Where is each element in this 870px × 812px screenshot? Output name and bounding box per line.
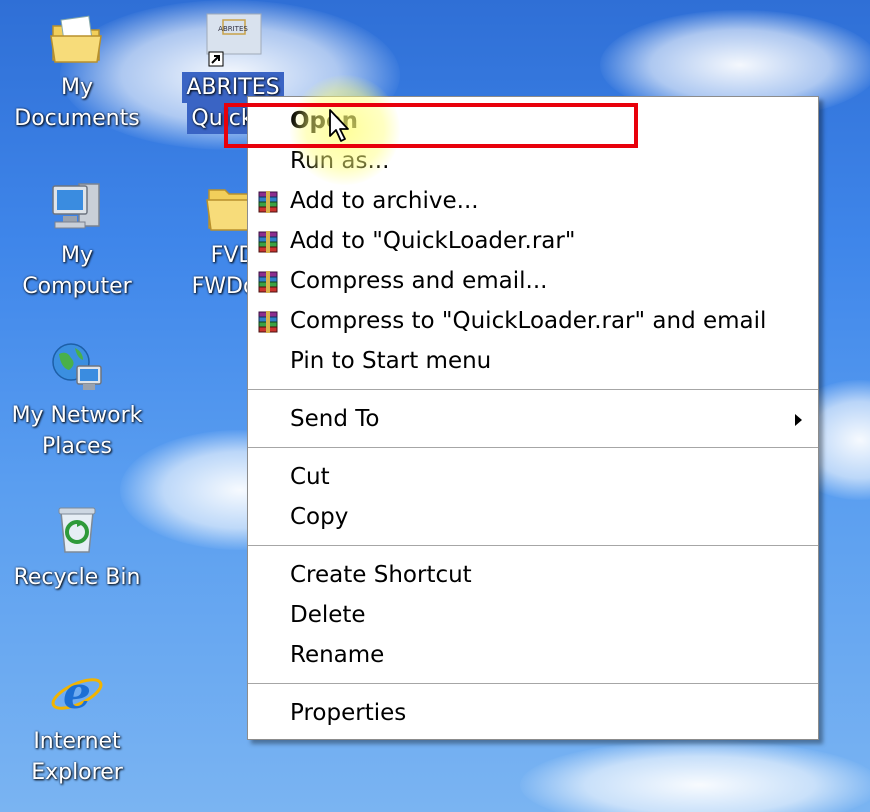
menu-item-rename[interactable]: Rename xyxy=(248,635,818,675)
my-documents-icon xyxy=(50,15,102,63)
menu-item-label: Pin to Start menu xyxy=(290,348,492,374)
menu-item-properties[interactable]: Properties xyxy=(248,693,818,733)
abrites-logo-text: ABRITES xyxy=(218,25,248,33)
menu-item-cut[interactable]: Cut xyxy=(248,457,818,497)
desktop-icon-recycle-bin[interactable]: Recycle Bin xyxy=(2,500,152,593)
menu-item-label: Send To xyxy=(290,406,380,432)
icon-label: Computer xyxy=(22,274,132,299)
icon-label: Recycle Bin xyxy=(13,565,141,590)
network-globe-icon xyxy=(52,343,102,390)
icon-label: My xyxy=(60,243,93,268)
icon-label: Explorer xyxy=(31,760,123,785)
icon-label: Internet xyxy=(33,729,121,754)
menu-item-delete[interactable]: Delete xyxy=(248,595,818,635)
icon-label: My xyxy=(60,75,93,100)
menu-item-compress-to-rar-and-email[interactable]: Compress to "QuickLoader.rar" and email xyxy=(248,301,818,341)
menu-separator xyxy=(248,683,818,685)
menu-separator xyxy=(248,545,818,547)
menu-separator xyxy=(248,447,818,449)
menu-item-add-to-archive[interactable]: Add to archive... xyxy=(248,181,818,221)
menu-item-compress-and-email[interactable]: Compress and email... xyxy=(248,261,818,301)
desktop-icon-my-computer[interactable]: My Computer xyxy=(2,178,152,302)
menu-item-label: Run as... xyxy=(290,148,390,174)
menu-separator xyxy=(248,389,818,391)
submenu-arrow-icon xyxy=(795,414,802,426)
menu-item-create-shortcut[interactable]: Create Shortcut xyxy=(248,555,818,595)
abrites-shortcut-icon: ABRITES xyxy=(206,13,262,67)
menu-item-open[interactable]: Open xyxy=(248,101,818,141)
menu-item-copy[interactable]: Copy xyxy=(248,497,818,537)
winrar-icon xyxy=(258,191,278,213)
my-computer-icon xyxy=(52,183,100,229)
menu-item-label: Compress to "QuickLoader.rar" and email xyxy=(290,308,767,334)
icon-label: Documents xyxy=(14,106,140,131)
menu-item-pin-to-start-menu[interactable]: Pin to Start menu xyxy=(248,341,818,381)
menu-item-label: Compress and email... xyxy=(290,268,548,294)
icon-label: Places xyxy=(42,434,112,459)
menu-item-add-to-quickloader-rar[interactable]: Add to "QuickLoader.rar" xyxy=(248,221,818,261)
desktop-icon-my-documents[interactable]: My Documents xyxy=(2,10,152,134)
internet-explorer-icon: e xyxy=(51,668,103,719)
winrar-icon xyxy=(258,271,278,293)
svg-text:e: e xyxy=(63,668,91,719)
desktop[interactable]: My Documents ABRITES ABRITES Quick S My … xyxy=(0,0,870,812)
menu-item-run-as[interactable]: Run as... xyxy=(248,141,818,181)
recycle-bin-icon xyxy=(58,507,96,553)
menu-item-label: Rename xyxy=(290,642,385,668)
desktop-icon-my-network-places[interactable]: My Network Places xyxy=(2,338,152,462)
menu-item-label: Add to "QuickLoader.rar" xyxy=(290,228,576,254)
menu-item-label: Open xyxy=(290,108,358,134)
menu-item-label: Properties xyxy=(290,700,407,726)
context-menu: Open Run as... Add to archive... Add to … xyxy=(247,96,819,740)
cloud xyxy=(520,740,870,812)
menu-item-label: Create Shortcut xyxy=(290,562,472,588)
menu-item-label: Add to archive... xyxy=(290,188,479,214)
menu-item-label: Delete xyxy=(290,602,366,628)
desktop-icon-internet-explorer[interactable]: e Internet Explorer xyxy=(2,664,152,788)
menu-item-label: Copy xyxy=(290,504,349,530)
winrar-icon xyxy=(258,231,278,253)
winrar-icon xyxy=(258,311,278,333)
menu-item-send-to[interactable]: Send To xyxy=(248,399,818,439)
menu-item-label: Cut xyxy=(290,464,330,490)
icon-label: My Network xyxy=(11,403,143,428)
